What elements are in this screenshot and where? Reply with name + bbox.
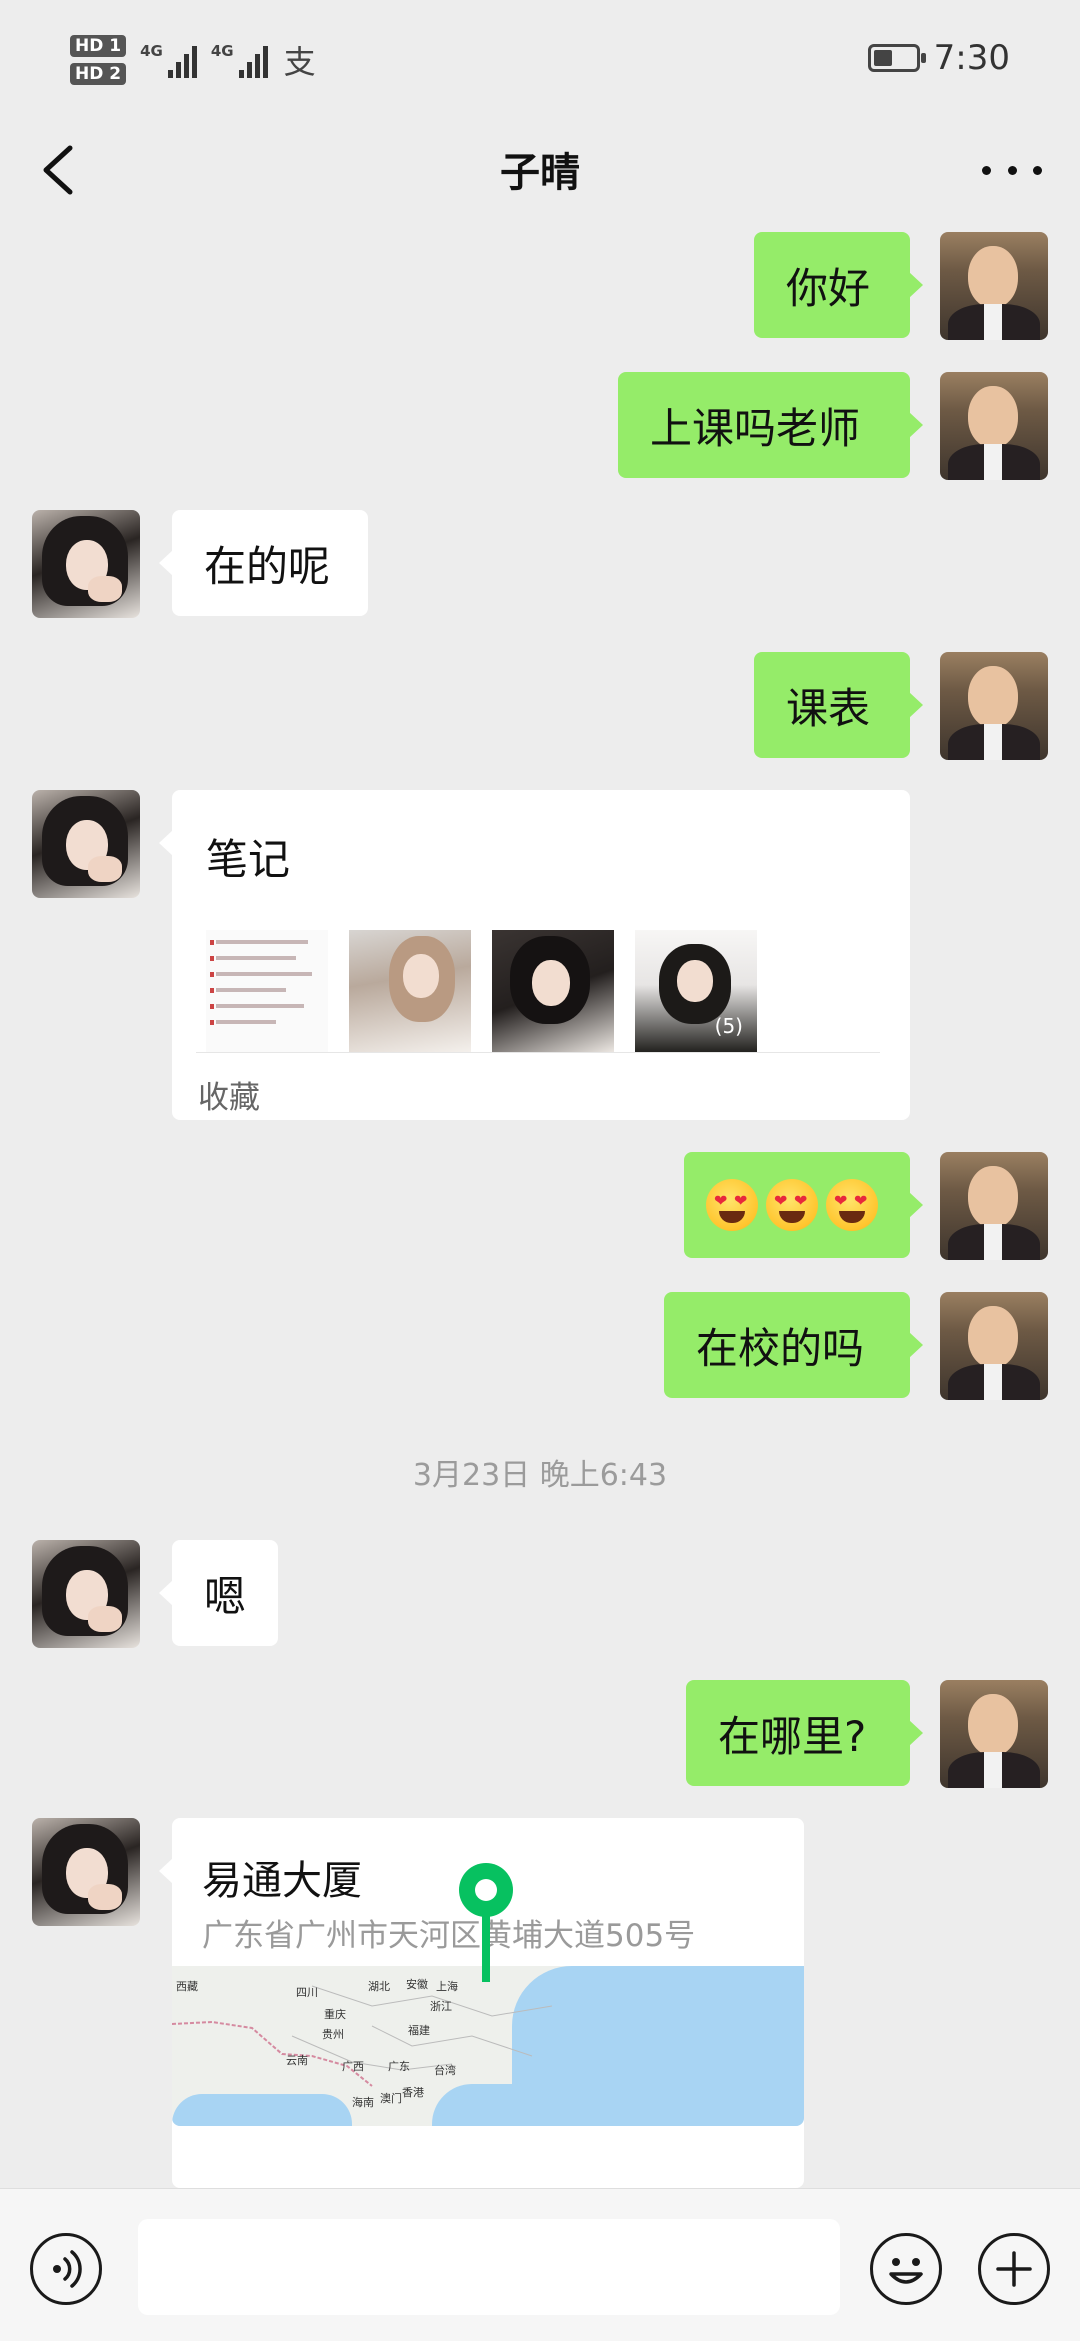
message-text: 嗯 — [204, 1571, 247, 1621]
contact-avatar[interactable] — [32, 790, 140, 898]
note-card[interactable]: 笔记 (5) 收藏 — [159, 790, 910, 1120]
voice-button[interactable] — [30, 2233, 102, 2305]
alipay-icon: 支 — [283, 43, 316, 81]
location-card[interactable]: 易通大厦 广东省广州市天河区黄埔大道505号 西藏 四川 湖北 安徽 上海 重庆… — [159, 1818, 804, 2188]
map-label: 西藏 — [176, 1980, 198, 1993]
map-label: 上海 — [436, 1980, 458, 1993]
map-label: 福建 — [408, 2024, 430, 2037]
message-text: 你好 — [786, 263, 871, 313]
message-text: 在的呢 — [204, 541, 331, 591]
location-name: 易通大厦 — [202, 1858, 362, 1904]
plus-button[interactable] — [978, 2233, 1050, 2305]
heart-eyes-face-icon: ❤ ❤ — [706, 1179, 758, 1231]
contact-avatar[interactable] — [32, 1818, 140, 1926]
message-text: 课表 — [786, 683, 871, 733]
message-bubble-received[interactable]: 嗯 — [159, 1540, 278, 1646]
divider — [196, 1052, 880, 1053]
status-bar: HD 1 HD 2 4G 4G 支 7:30 — [0, 0, 1080, 120]
message-bubble-sent[interactable]: 你好 — [754, 232, 923, 338]
note-thumbnail-photo: (5) — [635, 930, 757, 1052]
emoji-button[interactable] — [870, 2233, 942, 2305]
map-label: 澳门 — [380, 2092, 402, 2105]
hd1-badge: HD 1 — [70, 35, 127, 57]
map-label: 贵州 — [322, 2028, 344, 2041]
map-label: 广东 — [388, 2060, 410, 2073]
message-bubble-sent[interactable]: ❤ ❤ ❤ ❤ ❤ ❤ — [684, 1152, 923, 1258]
voice-icon — [53, 2250, 82, 2288]
status-right: 7:30 — [867, 38, 1010, 78]
map-label: 湖北 — [368, 1980, 390, 1993]
map-label: 四川 — [296, 1986, 318, 1999]
hd2-badge: HD 2 — [70, 63, 127, 85]
clock: 7:30 — [933, 38, 1010, 78]
my-avatar[interactable] — [940, 1680, 1048, 1788]
map-label: 香港 — [402, 2086, 424, 2099]
plus-icon — [996, 2251, 1032, 2287]
map-label: 台湾 — [434, 2064, 456, 2077]
chat-header: 子晴 — [0, 120, 1080, 220]
contact-avatar[interactable] — [32, 1540, 140, 1648]
note-source-label: 收藏 — [198, 1080, 260, 1116]
note-thumbnail-photo — [492, 930, 614, 1052]
my-avatar[interactable] — [940, 1292, 1048, 1400]
message-text: 在校的吗 — [696, 1323, 865, 1373]
timestamp: 3月23日 晚上6:43 — [412, 1458, 668, 1493]
map-label: 广西 — [342, 2060, 364, 2073]
signal-2-icon: 4G — [211, 42, 268, 78]
map-label: 安徽 — [406, 1978, 428, 1991]
heart-eyes-face-icon: ❤ ❤ — [766, 1179, 818, 1231]
battery-icon — [867, 44, 926, 72]
note-title: 笔记 — [206, 835, 291, 884]
sim-indicators: HD 1 HD 2 — [70, 35, 127, 85]
map-label: 重庆 — [324, 2008, 346, 2021]
message-input[interactable] — [138, 2219, 840, 2315]
network-type-2: 4G — [210, 42, 234, 60]
signal-1-icon: 4G — [140, 42, 197, 78]
input-bar — [0, 2188, 1080, 2341]
message-text: 上课吗老师 — [650, 403, 861, 453]
image-count: (5) — [714, 1014, 743, 1038]
status-left: HD 1 HD 2 4G 4G 支 — [70, 30, 316, 90]
location-map[interactable]: 西藏 四川 湖北 安徽 上海 重庆 浙江 贵州 福建 云南 广西 广东 台湾 海… — [172, 1966, 804, 2126]
my-avatar[interactable] — [940, 372, 1048, 480]
map-label: 海南 — [352, 2096, 374, 2109]
message-bubble-sent[interactable]: 在哪里? — [686, 1680, 923, 1786]
map-label: 云南 — [286, 2054, 308, 2067]
heart-eyes-face-icon: ❤ ❤ — [826, 1179, 878, 1231]
emoji-row: ❤ ❤ ❤ ❤ ❤ ❤ — [706, 1179, 878, 1231]
map-pin-icon — [459, 1863, 513, 1982]
emoji-icon — [889, 2258, 923, 2284]
message-bubble-received[interactable]: 在的呢 — [159, 510, 368, 616]
message-bubble-sent[interactable]: 在校的吗 — [664, 1292, 923, 1398]
message-text: 在哪里? — [718, 1711, 867, 1761]
note-thumbnail-photo — [349, 930, 471, 1052]
network-type-1: 4G — [140, 42, 163, 60]
map-label: 浙江 — [430, 2000, 452, 2013]
more-dots-icon[interactable] — [982, 150, 1042, 190]
note-thumbnail-document — [206, 930, 328, 1052]
location-address: 广东省广州市天河区黄埔大道505号 — [202, 1918, 696, 1954]
message-bubble-sent[interactable]: 课表 — [754, 652, 923, 758]
chat-title: 子晴 — [500, 150, 580, 196]
my-avatar[interactable] — [940, 652, 1048, 760]
my-avatar[interactable] — [940, 1152, 1048, 1260]
message-bubble-sent[interactable]: 上课吗老师 — [618, 372, 923, 478]
contact-avatar[interactable] — [32, 510, 140, 618]
my-avatar[interactable] — [940, 232, 1048, 340]
